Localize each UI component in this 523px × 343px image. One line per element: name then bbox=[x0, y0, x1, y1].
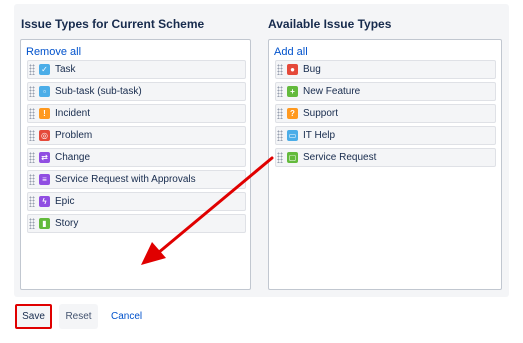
issue-type-label: Service Request bbox=[303, 152, 377, 163]
drag-handle-icon[interactable] bbox=[29, 130, 35, 141]
cancel-link[interactable]: Cancel bbox=[107, 304, 146, 329]
issue-type-label: Epic bbox=[55, 196, 75, 207]
change-icon: ⇄ bbox=[39, 152, 50, 163]
issue-type-label: Story bbox=[55, 218, 79, 229]
drag-handle-icon[interactable] bbox=[29, 108, 35, 119]
issue-type-item[interactable]: ▭ IT Help bbox=[275, 126, 496, 145]
issue-type-label: New Feature bbox=[303, 86, 361, 97]
issue-type-item[interactable]: + New Feature bbox=[275, 82, 496, 101]
incident-icon: ! bbox=[39, 108, 50, 119]
issue-type-item[interactable]: ● Bug bbox=[275, 60, 496, 79]
issue-type-label: Incident bbox=[55, 108, 91, 119]
drag-handle-icon[interactable] bbox=[29, 196, 35, 207]
new-feature-icon: + bbox=[287, 86, 298, 97]
drag-handle-icon[interactable] bbox=[277, 130, 283, 141]
drag-handle-icon[interactable] bbox=[277, 86, 283, 97]
issue-type-label: Change bbox=[55, 152, 91, 163]
task-icon: ✓ bbox=[39, 64, 50, 75]
save-button[interactable]: Save bbox=[15, 304, 52, 329]
drag-handle-icon[interactable] bbox=[29, 218, 35, 229]
issue-type-item[interactable]: ▮ Story bbox=[27, 214, 246, 233]
issue-type-item[interactable]: ▫ Sub-task (sub-task) bbox=[27, 82, 246, 101]
service-request-approvals-icon: ≡ bbox=[39, 174, 50, 185]
issue-type-label: Support bbox=[303, 108, 339, 119]
issue-type-label: Service Request with Approvals bbox=[55, 174, 196, 185]
drag-handle-icon[interactable] bbox=[277, 64, 283, 75]
bug-icon: ● bbox=[287, 64, 298, 75]
issue-type-item[interactable]: ◎ Problem bbox=[27, 126, 246, 145]
drag-handle-icon[interactable] bbox=[29, 86, 35, 97]
support-icon: ? bbox=[287, 108, 298, 119]
issue-type-item[interactable]: ? Support bbox=[275, 104, 496, 123]
available-types-title: Available Issue Types bbox=[268, 17, 392, 31]
issue-type-label: Bug bbox=[303, 64, 321, 75]
reset-button[interactable]: Reset bbox=[59, 304, 98, 329]
issue-type-scheme-panel: Issue Types for Current Scheme Remove al… bbox=[14, 4, 509, 297]
drag-handle-icon[interactable] bbox=[29, 152, 35, 163]
subtask-icon: ▫ bbox=[39, 86, 50, 97]
service-request-icon: ▢ bbox=[287, 152, 298, 163]
drag-handle-icon[interactable] bbox=[29, 174, 35, 185]
issue-type-item[interactable]: ≡ Service Request with Approvals bbox=[27, 170, 246, 189]
add-all-link[interactable]: Add all bbox=[274, 46, 308, 58]
issue-type-item[interactable]: ⇄ Change bbox=[27, 148, 246, 167]
epic-icon: ϟ bbox=[39, 196, 50, 207]
issue-type-label: IT Help bbox=[303, 130, 336, 141]
available-types-list: Add all ● Bug + New Feature? Support ▭ IT Help… bbox=[268, 39, 502, 290]
issue-type-item[interactable]: ▢ Service Request bbox=[275, 148, 496, 167]
issue-type-label: Problem bbox=[55, 130, 93, 141]
drag-handle-icon[interactable] bbox=[277, 108, 283, 119]
problem-icon: ◎ bbox=[39, 130, 50, 141]
issue-type-item[interactable]: ✓ Task bbox=[27, 60, 246, 79]
issue-type-label: Task bbox=[55, 64, 76, 75]
drag-handle-icon[interactable] bbox=[277, 152, 283, 163]
story-icon: ▮ bbox=[39, 218, 50, 229]
issue-type-item[interactable]: ϟ Epic bbox=[27, 192, 246, 211]
remove-all-link[interactable]: Remove all bbox=[26, 46, 81, 58]
drag-handle-icon[interactable] bbox=[29, 64, 35, 75]
it-help-icon: ▭ bbox=[287, 130, 298, 141]
issue-type-label: Sub-task (sub-task) bbox=[55, 86, 142, 97]
issue-type-item[interactable]: ! Incident bbox=[27, 104, 246, 123]
current-scheme-title: Issue Types for Current Scheme bbox=[21, 17, 205, 31]
current-scheme-list: Remove all ✓ Task ▫ Sub-task (sub-task)! Inc… bbox=[20, 39, 251, 290]
